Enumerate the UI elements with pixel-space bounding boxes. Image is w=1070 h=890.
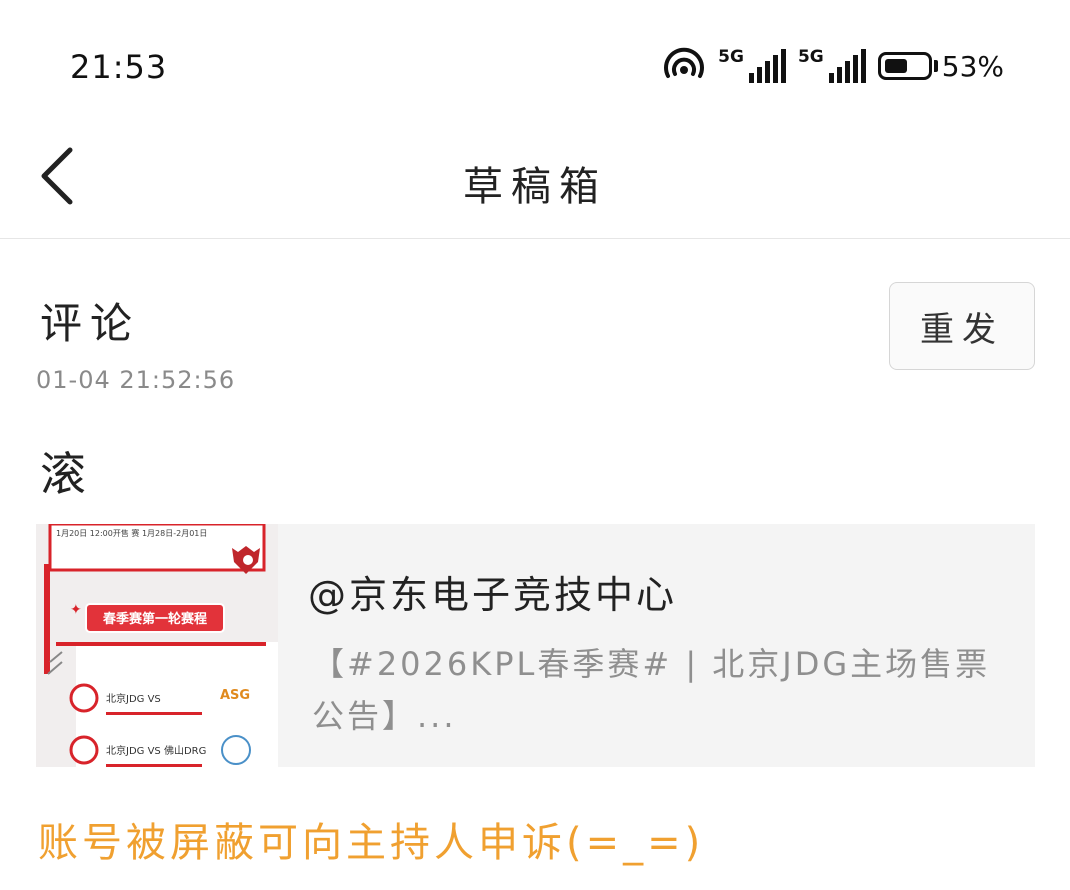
resend-button[interactable]: 重发 [889,282,1035,370]
quoted-post-card[interactable]: ✦ 1月20日 12:00开售 赛 1月28日-2月01日 春季赛第一轮赛程 A… [36,524,1035,767]
comment-text: 滚 [40,447,86,501]
draft-timestamp: 01-04 21:52:56 [36,366,236,394]
thumbnail-schedule-line: 1月20日 12:00开售 赛 1月28日-2月01日 [56,529,208,538]
navigation-header: 草稿箱 [0,130,1070,239]
battery-indicator: 53% [877,49,1004,83]
draft-type-label: 评论 [40,299,141,348]
thumbnail-team-badge: ASG [220,688,251,703]
thumbnail-match-row-1: 北京JDG VS [106,694,161,705]
thumbnail-banner: 春季赛第一轮赛程 [102,612,207,627]
thumbnail-artwork: ✦ [36,524,278,767]
battery-icon [877,52,932,80]
status-bar: 21:53 5G 5G 53% [0,0,1070,130]
signal-bars-icon [748,49,786,83]
post-thumbnail: ✦ 1月20日 12:00开售 赛 1月28日-2月01日 春季赛第一轮赛程 A… [36,524,278,767]
signal-bars-icon [828,49,866,83]
hotspot-icon [664,47,705,78]
page-title: 草稿箱 [463,164,607,210]
quoted-post-snippet: 【#2026KPL春季赛# | 北京JDG主场售票公告】... [312,645,991,735]
status-time: 21:53 [70,48,168,86]
sim1-signal: 5G [718,49,786,83]
battery-cap [933,60,938,72]
thumbnail-match-row-2: 北京JDG VS 佛山DRG [106,746,207,757]
battery-level-fill [884,59,907,73]
quoted-post-author: @京东电子竞技中心 [308,573,678,617]
battery-percent: 53% [941,49,1004,83]
sim2-network-label: 5G [797,47,824,67]
sim2-signal: 5G [798,49,866,83]
svg-text:✦: ✦ [70,602,82,618]
status-icons: 5G 5G 53% [662,44,1004,88]
sim1-network-label: 5G [718,47,744,67]
appeal-notice: 账号被屏蔽可向主持人申诉(=_=) [38,820,705,866]
